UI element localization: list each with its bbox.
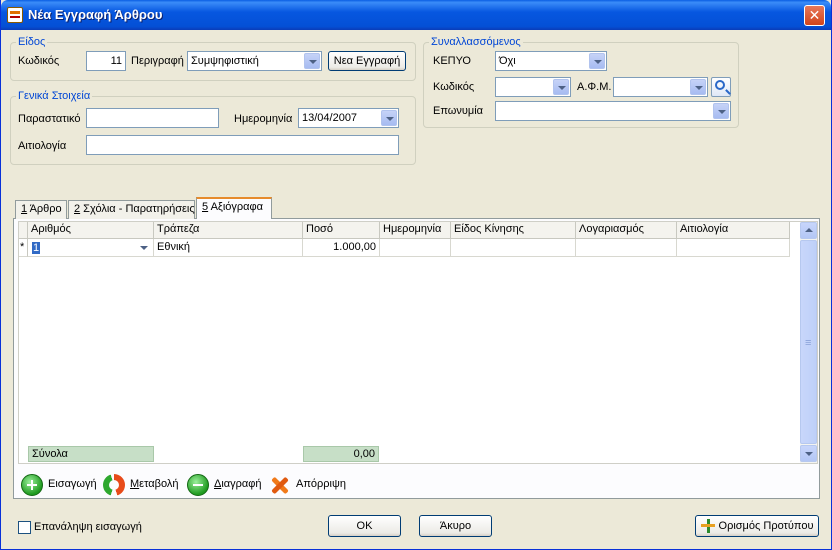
minus-icon xyxy=(187,474,209,496)
col-reason[interactable]: Αιτιολογία xyxy=(677,222,790,239)
chevron-down-icon[interactable] xyxy=(589,53,605,69)
title-bar[interactable]: Νέα Εγγραφή Άρθρου ✕ xyxy=(1,0,831,30)
change-label-rest: εταβολή xyxy=(139,478,179,490)
change-label-key: Μ xyxy=(130,478,140,490)
insert-label: Εισαγωγή xyxy=(48,478,97,490)
eidos-desc-label: Περιγραφή xyxy=(131,55,184,67)
chevron-down-icon[interactable] xyxy=(690,79,706,95)
tab-comments-label: Σχόλια - Παρατηρήσεις xyxy=(80,203,195,215)
securities-grid[interactable]: Αριθμός Τράπεζα Ποσό Ημερομηνία Είδος Κί… xyxy=(18,221,818,464)
repeat-checkbox[interactable] xyxy=(18,521,31,534)
cell-account[interactable] xyxy=(576,239,677,257)
afm-label: Α.Φ.Μ. xyxy=(577,81,612,93)
row-marker: * xyxy=(19,239,28,257)
scroll-down-icon[interactable] xyxy=(800,445,817,462)
x-icon xyxy=(269,474,291,496)
cell-date[interactable] xyxy=(380,239,451,257)
cell-reason[interactable] xyxy=(677,239,790,257)
eidos-desc-combo[interactable]: Συμψηφιστική xyxy=(187,51,322,71)
reject-label: Απόρριψη xyxy=(296,478,346,490)
eidos-code-input[interactable]: 11 xyxy=(86,51,126,71)
delete-label-rest: ιαγραφή xyxy=(221,478,262,490)
col-account[interactable]: Λογαριασμός xyxy=(576,222,677,239)
cancel-button[interactable]: Άκυρο xyxy=(419,515,492,537)
name-combo[interactable] xyxy=(495,101,731,121)
change-label: Μεταβολή xyxy=(130,478,178,490)
scroll-up-icon[interactable] xyxy=(800,222,817,239)
insert-button[interactable]: Εισαγωγή xyxy=(21,474,97,496)
col-bank[interactable]: Τράπεζα xyxy=(154,222,303,239)
eidos-code-label: Κωδικός xyxy=(18,55,60,67)
delete-label: Διαγραφή xyxy=(214,478,262,490)
name-label: Επωνυμία xyxy=(433,105,484,117)
eidos-desc-value: Συμψηφιστική xyxy=(191,55,259,67)
cell-number-combo[interactable]: 1 xyxy=(28,239,153,256)
search-button[interactable] xyxy=(711,77,731,97)
change-button[interactable]: Μεταβολή xyxy=(103,474,181,496)
doc-input[interactable] xyxy=(86,108,219,128)
date-label: Ημερομηνία xyxy=(234,113,293,125)
afm-combo[interactable] xyxy=(613,77,708,97)
party-code-label: Κωδικός xyxy=(433,81,475,93)
kepyo-combo[interactable]: Όχι xyxy=(495,51,607,71)
chevron-down-icon[interactable] xyxy=(713,103,729,119)
doc-label: Παραστατικό xyxy=(18,113,81,125)
delete-button[interactable]: Διαγραφή xyxy=(187,474,263,496)
template-icon xyxy=(701,519,715,533)
date-picker[interactable]: 13/04/2007 xyxy=(298,108,399,128)
add-icon xyxy=(21,474,43,496)
chevron-down-icon[interactable] xyxy=(136,240,152,256)
app-icon xyxy=(7,7,23,23)
repeat-label[interactable]: Επανάληψη εισαγωγή xyxy=(34,521,142,533)
table-row[interactable]: 1 xyxy=(28,239,154,257)
define-template-label: Ορισμός Προτύπου xyxy=(718,520,814,532)
chevron-down-icon[interactable] xyxy=(381,110,397,126)
totals-amount: 0,00 xyxy=(303,446,379,462)
kepyo-label: ΚΕΠΥΟ xyxy=(433,55,471,67)
date-value: 13/04/2007 xyxy=(302,112,358,124)
eidos-legend: Είδος xyxy=(18,36,46,48)
kepyo-value: Όχι xyxy=(499,55,516,67)
party-code-combo[interactable] xyxy=(495,77,571,97)
cell-bank[interactable]: Εθνική xyxy=(154,239,303,257)
col-amount[interactable]: Ποσό xyxy=(303,222,380,239)
cell-amount[interactable]: 1.000,00 xyxy=(303,239,380,257)
general-legend: Γενικά Στοιχεία xyxy=(18,90,91,102)
reject-button[interactable]: Απόρριψη xyxy=(269,474,347,496)
new-entry-button[interactable]: Νεα Εγγραφή xyxy=(328,51,406,71)
close-button[interactable]: ✕ xyxy=(804,5,825,26)
totals-label: Σύνολα xyxy=(28,446,154,462)
cell-number: 1 xyxy=(32,242,41,254)
tab-article-label: Άρθρο xyxy=(27,203,62,215)
chevron-down-icon[interactable] xyxy=(553,79,569,95)
window-title: Νέα Εγγραφή Άρθρου xyxy=(28,7,163,22)
scroll-thumb[interactable] xyxy=(800,240,817,444)
vertical-scrollbar[interactable] xyxy=(800,222,817,463)
col-number[interactable]: Αριθμός xyxy=(28,222,154,239)
dialog-window: Νέα Εγγραφή Άρθρου ✕ Είδος Κωδικός 11 Πε… xyxy=(0,0,832,550)
reason-input[interactable] xyxy=(86,135,399,155)
tab-comments[interactable]: 2 Σχόλια - Παρατηρήσεις xyxy=(68,200,195,219)
party-legend: Συναλλασσόμενος xyxy=(431,36,521,48)
col-date[interactable]: Ημερομηνία xyxy=(380,222,451,239)
col-movement[interactable]: Είδος Κίνησης xyxy=(451,222,576,239)
refresh-icon xyxy=(103,474,125,496)
ok-button[interactable]: OK xyxy=(328,515,401,537)
tab-securities-label: Αξιόγραφα xyxy=(208,201,264,213)
search-icon xyxy=(715,80,725,90)
reason-label: Αιτιολογία xyxy=(18,140,67,152)
chevron-down-icon[interactable] xyxy=(304,53,320,69)
define-template-button[interactable]: Ορισμός Προτύπου xyxy=(695,515,819,537)
tab-securities[interactable]: 5 Αξιόγραφα xyxy=(196,197,272,219)
row-header-corner xyxy=(19,222,28,239)
tab-article[interactable]: 1 Άρθρο xyxy=(15,200,67,219)
cell-movement[interactable] xyxy=(451,239,576,257)
